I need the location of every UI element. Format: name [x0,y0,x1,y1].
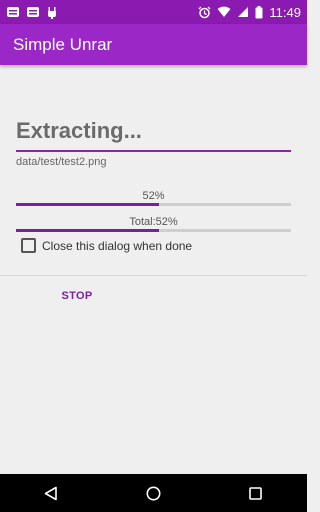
alarm-icon [198,6,211,18]
stop-button[interactable]: STOP [55,284,99,308]
total-progress-label: Total:52% [129,216,178,228]
title-divider [16,150,291,152]
close-when-done-label[interactable]: Close this dialog when done [42,239,192,253]
app-bar: Simple Unrar [0,24,307,65]
close-when-done-row[interactable]: Close this dialog when done [21,238,192,253]
dialog-title: Extracting... [16,118,142,143]
recents-icon [249,486,263,500]
file-progress-label: 52% [142,190,165,202]
close-when-done-checkbox[interactable] [21,238,36,253]
recents-button[interactable] [236,474,276,512]
total-progress-bar [16,229,291,232]
status-bar-left [6,6,58,19]
dialog-divider [0,275,307,276]
notification-icon-2 [27,7,39,17]
home-button[interactable] [133,474,173,512]
file-progress-bar [16,203,291,206]
file-path: data/test/test2.png [16,156,107,168]
total-progress-fill [16,229,159,232]
wifi-icon [217,6,231,17]
status-bar-right: 11:49 [198,5,301,20]
app-title: Simple Unrar [13,34,113,54]
battery-icon [255,5,263,18]
android-debug-icon [48,6,56,19]
signal-icon [238,7,249,17]
notification-icon [7,7,19,17]
status-time: 11:49 [269,4,301,20]
back-button[interactable] [31,474,71,512]
status-bar: 11:49 [0,0,307,24]
home-icon [146,486,161,500]
back-icon [44,486,57,500]
file-progress-fill [16,203,159,206]
nav-bar [0,474,307,512]
